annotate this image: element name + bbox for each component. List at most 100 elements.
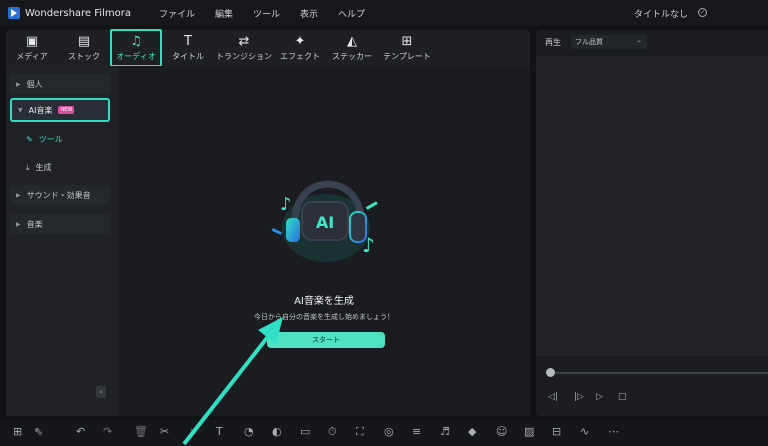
audio-sidebar: ▶ 個人 ▼ AI音楽 NEW ✎ ツール ⤓ 生成 ▶ サウンド・効果音 ▶: [6, 66, 118, 416]
tab-stock[interactable]: ▤ ストック: [58, 30, 110, 66]
collapse-sidebar-button[interactable]: ‹: [96, 386, 106, 398]
menu-tools[interactable]: ツール: [253, 7, 280, 20]
tab-templates[interactable]: ⊞ テンプレート: [378, 30, 436, 66]
tab-label: メディア: [16, 51, 48, 61]
start-button[interactable]: スタート: [267, 332, 385, 348]
preview-scrubber-handle[interactable]: [546, 368, 555, 377]
sidebar-item-label: 個人: [26, 79, 43, 89]
sidebar-item-label: 生成: [35, 163, 52, 172]
caret-right-icon: ▶: [16, 191, 21, 199]
caret-down-icon: ▼: [18, 106, 23, 114]
stop-icon[interactable]: □: [618, 392, 627, 402]
trim-icon[interactable]: ⊟: [552, 426, 561, 438]
sticker-icon: ◭: [347, 33, 357, 49]
sidebar-item-ai-music[interactable]: ▼ AI音楽 NEW: [10, 98, 110, 122]
preview-panel: 再生 フル品質 ⌄ ◁| |▷ ▷ □: [536, 30, 768, 416]
audio-icon[interactable]: ♬: [440, 426, 450, 438]
play-icon[interactable]: ▷: [596, 392, 603, 402]
timeline-toolbar: ⊞ ⇖ ↶ ↷ 🗑 ✂ ⌗ T ◔ ◐ ▭ ⏱ ⛶ ◎ ≡ ♬ ◆ ☺ ▨ ⊟ …: [0, 420, 768, 446]
category-tab-bar: ▣ メディア ▤ ストック ♫ オーディオ T タイトル ⇄ トランジション ✦…: [6, 29, 530, 67]
menu-help[interactable]: ヘルプ: [338, 7, 365, 20]
menu-bar: ファイル 編集 ツール 表示 ヘルプ: [159, 7, 385, 20]
sidebar-subitem-tool[interactable]: ✎ ツール: [26, 134, 63, 145]
crop-icon[interactable]: ⌗: [190, 426, 196, 438]
tab-effects[interactable]: ✦ エフェクト: [274, 30, 326, 66]
tab-audio[interactable]: ♫ オーディオ: [110, 29, 162, 67]
wand-icon: ✎: [26, 135, 33, 144]
tab-label: トランジション: [216, 51, 272, 61]
previous-frame-icon[interactable]: ◁|: [548, 392, 558, 402]
preview-scrubber-track[interactable]: [550, 372, 768, 374]
sidebar-item-label: サウンド・効果音: [26, 190, 91, 200]
chevron-down-icon: ⌄: [636, 36, 642, 44]
effect-icon: ✦: [294, 33, 306, 49]
undo-icon[interactable]: ↶: [76, 426, 85, 438]
chroma-icon[interactable]: ▨: [524, 426, 534, 438]
tab-titles[interactable]: T タイトル: [162, 30, 214, 66]
preview-screen: [536, 56, 768, 356]
screen-icon[interactable]: ▭: [300, 426, 310, 438]
transition-icon: ⇄: [238, 33, 250, 49]
sidebar-item-label: AI音楽: [28, 105, 53, 115]
menu-file[interactable]: ファイル: [159, 7, 195, 20]
split-scissors-icon[interactable]: ✂: [160, 426, 169, 438]
more-tools-icon[interactable]: ⋯: [608, 426, 619, 438]
speed-icon[interactable]: ◔: [244, 426, 254, 438]
mask-icon[interactable]: ◎: [384, 426, 394, 438]
save-status-icon: ✓: [698, 8, 707, 17]
text-icon[interactable]: T: [216, 426, 223, 438]
tab-transitions[interactable]: ⇄ トランジション: [214, 30, 274, 66]
tab-label: エフェクト: [280, 51, 320, 61]
sidebar-item-label: 音楽: [26, 219, 43, 229]
sidebar-item-personal[interactable]: ▶ 個人: [10, 74, 110, 94]
preview-header: 再生 フル品質 ⌄: [536, 30, 768, 54]
tab-label: テンプレート: [383, 51, 431, 61]
media-icon: ▣: [25, 33, 39, 49]
menu-view[interactable]: 表示: [300, 7, 318, 20]
menu-edit[interactable]: 編集: [215, 7, 233, 20]
music-note-icon: ♪: [280, 194, 292, 215]
ai-label: AI: [316, 213, 334, 232]
fullscreen-icon[interactable]: ⛶: [356, 426, 364, 438]
color-icon[interactable]: ◐: [272, 426, 282, 438]
sidebar-item-music[interactable]: ▶ 音楽: [10, 214, 110, 234]
quality-dropdown[interactable]: フル品質 ⌄: [571, 35, 647, 49]
quality-value: フル品質: [575, 38, 603, 46]
tab-label: オーディオ: [116, 51, 156, 61]
sidebar-subitem-generate[interactable]: ⤓ 生成: [26, 162, 52, 173]
audio-wave-icon[interactable]: ∿: [580, 426, 589, 438]
tab-label: ステッカー: [332, 51, 372, 61]
template-icon: ⊞: [401, 33, 413, 49]
title-bar: Wondershare Filmora ファイル 編集 ツール 表示 ヘルプ タ…: [0, 0, 768, 26]
playback-label: 再生: [545, 37, 561, 47]
play-slow-icon[interactable]: |▷: [574, 392, 584, 402]
keyframe-icon[interactable]: ◆: [468, 426, 476, 438]
title-t-icon: T: [184, 33, 192, 49]
layout-grid-icon[interactable]: ⊞: [13, 426, 22, 438]
adjust-icon[interactable]: ≡: [412, 426, 421, 438]
tab-label: タイトル: [172, 51, 204, 61]
ai-music-content: AI ♪ ♪ AI音楽を生成 今日から自分の音楽を生成し始めましょう！ スタート: [118, 66, 530, 416]
ai-music-subtext: 今日から自分の音楽を生成し始めましょう！: [254, 313, 394, 321]
select-cursor-icon[interactable]: ⇖: [34, 426, 43, 438]
app-title: Wondershare Filmora: [25, 7, 131, 19]
timer-icon[interactable]: ⏱: [328, 426, 337, 438]
filmora-logo-icon: [8, 7, 20, 19]
redo-icon[interactable]: ↷: [103, 426, 112, 438]
project-title[interactable]: タイトルなし: [634, 7, 688, 20]
filmora-window: Wondershare Filmora ファイル 編集 ツール 表示 ヘルプ タ…: [0, 0, 768, 446]
caret-right-icon: ▶: [16, 220, 21, 228]
music-note-icon: ♫: [130, 33, 142, 49]
sticker-tool-icon[interactable]: ☺: [496, 426, 507, 438]
tab-media[interactable]: ▣ メディア: [6, 30, 58, 66]
tab-label: ストック: [68, 51, 100, 61]
delete-icon[interactable]: 🗑: [134, 426, 148, 438]
ai-music-heading: AI音楽を生成: [294, 296, 354, 307]
tab-stickers[interactable]: ◭ ステッカー: [326, 30, 378, 66]
new-badge: NEW: [58, 106, 75, 114]
download-icon: ⤓: [26, 162, 30, 172]
media-library-panel: ▣ メディア ▤ ストック ♫ オーディオ T タイトル ⇄ トランジション ✦…: [6, 29, 530, 416]
sidebar-item-sound-effects[interactable]: ▶ サウンド・効果音: [10, 185, 110, 205]
music-note-icon: ♪: [362, 233, 375, 257]
caret-right-icon: ▶: [16, 80, 21, 88]
